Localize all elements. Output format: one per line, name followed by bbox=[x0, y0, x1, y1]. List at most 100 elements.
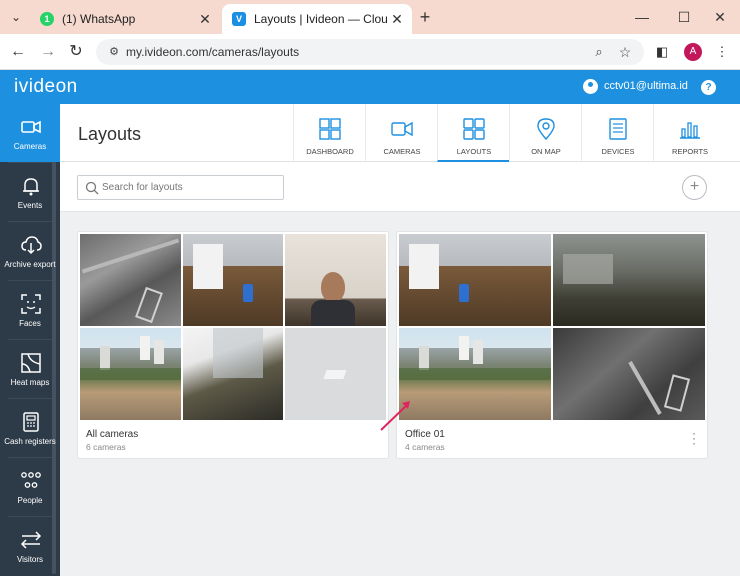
browser-tab-bar: ⌄ 1 (1) WhatsApp ✕ V Layouts | Ivideon —… bbox=[0, 0, 740, 34]
page-header: Layouts DASHBOARD CAMERAS LAYOUTS ON MAP… bbox=[60, 104, 740, 162]
tab-devices[interactable]: DEVICES bbox=[581, 104, 653, 162]
sidebar-item-label: People bbox=[17, 496, 43, 505]
minimize-icon[interactable]: — bbox=[632, 8, 652, 26]
sidebar-item-cash-registers[interactable]: Cash registers bbox=[0, 399, 60, 457]
more-options-icon[interactable]: · · · bbox=[689, 427, 699, 449]
tab-search-icon[interactable]: ⌄ bbox=[8, 9, 24, 25]
sidebar-item-label: Faces bbox=[19, 319, 41, 328]
sidebar-item-label: Cameras bbox=[13, 142, 47, 151]
layout-card-office-01[interactable]: Office 01 4 cameras · · · bbox=[396, 231, 708, 459]
page-title: Layouts bbox=[78, 124, 142, 144]
close-tab-icon[interactable]: ✕ bbox=[196, 11, 214, 28]
whatsapp-favicon-icon: 1 bbox=[40, 12, 54, 26]
camera-thumbnail[interactable] bbox=[399, 234, 551, 326]
annotation-arrow-icon bbox=[380, 401, 410, 431]
tab-label: REPORTS bbox=[671, 147, 709, 156]
reports-icon bbox=[680, 122, 700, 139]
bell-icon bbox=[23, 178, 39, 196]
tab-title: Layouts | Ivideon — Cloud Video bbox=[254, 12, 388, 26]
camera-thumbnail-grid[interactable] bbox=[80, 234, 386, 420]
camera-thumbnail[interactable] bbox=[399, 328, 551, 420]
tab-label: CAMERAS bbox=[383, 147, 421, 156]
dashboard-icon bbox=[319, 118, 341, 140]
ivideon-favicon-icon: V bbox=[232, 12, 246, 26]
site-settings-icon[interactable]: ⚙ bbox=[106, 44, 122, 60]
camera-thumbnail[interactable] bbox=[80, 234, 181, 326]
browser-menu-icon[interactable]: ⋮ bbox=[712, 42, 732, 62]
devices-icon bbox=[609, 118, 627, 140]
search-input[interactable] bbox=[102, 179, 278, 196]
tab-cameras[interactable]: CAMERAS bbox=[365, 104, 437, 162]
tab-on-map[interactable]: ON MAP bbox=[509, 104, 581, 162]
sidebar-item-label: Events bbox=[17, 201, 43, 210]
cloud-download-icon bbox=[21, 236, 42, 255]
tab-label: DEVICES bbox=[601, 147, 635, 156]
visitors-icon bbox=[20, 531, 42, 549]
layout-camera-count: 4 cameras bbox=[405, 442, 445, 452]
add-layout-button[interactable]: + bbox=[682, 175, 707, 200]
camera-icon bbox=[391, 121, 413, 137]
layouts-icon bbox=[463, 118, 485, 140]
browser-tab-whatsapp[interactable]: 1 (1) WhatsApp ✕ bbox=[30, 4, 220, 34]
layout-camera-count: 6 cameras bbox=[86, 442, 126, 452]
camera-thumbnail-grid[interactable] bbox=[399, 234, 705, 420]
sidebar-item-people[interactable]: People bbox=[0, 458, 60, 516]
camera-icon bbox=[21, 120, 41, 134]
layout-search-box[interactable] bbox=[77, 175, 284, 200]
zoom-icon[interactable]: ⌕ bbox=[590, 43, 608, 61]
camera-thumbnail[interactable] bbox=[182, 234, 284, 326]
camera-thumbnail[interactable] bbox=[285, 234, 386, 326]
app-header: ivideon cctv01@ultima.id ? bbox=[0, 70, 740, 104]
close-tab-icon[interactable]: ✕ bbox=[388, 11, 406, 28]
sidebar-item-label: Heat maps bbox=[10, 378, 50, 387]
tab-reports[interactable]: REPORTS bbox=[653, 104, 725, 162]
face-scan-icon bbox=[21, 294, 41, 314]
close-window-icon[interactable]: ✕ bbox=[710, 8, 730, 26]
sidebar-item-events[interactable]: Events bbox=[0, 163, 60, 221]
forward-icon[interactable]: → bbox=[38, 42, 58, 62]
user-email[interactable]: cctv01@ultima.id bbox=[604, 80, 688, 92]
help-icon[interactable]: ? bbox=[701, 80, 716, 95]
section-nav: DASHBOARD CAMERAS LAYOUTS ON MAP DEVICES… bbox=[293, 104, 725, 162]
url-text[interactable]: my.ivideon.com/cameras/layouts bbox=[126, 45, 299, 59]
layout-card-all-cameras[interactable]: All cameras 6 cameras bbox=[77, 231, 389, 459]
tab-dashboard[interactable]: DASHBOARD bbox=[293, 104, 365, 162]
sidebar-item-visitors[interactable]: Visitors bbox=[0, 517, 60, 575]
sidebar-item-label: Cash registers bbox=[4, 437, 56, 446]
back-icon[interactable]: ← bbox=[8, 42, 28, 62]
camera-thumbnail[interactable] bbox=[80, 328, 181, 420]
profile-avatar[interactable]: A bbox=[684, 43, 702, 61]
tab-label: ON MAP bbox=[531, 147, 561, 156]
browser-tab-ivideon[interactable]: V Layouts | Ivideon — Cloud Video ✕ bbox=[222, 4, 412, 34]
tab-layouts[interactable]: LAYOUTS bbox=[437, 104, 509, 162]
map-pin-icon bbox=[537, 118, 555, 140]
user-icon[interactable] bbox=[583, 79, 598, 94]
side-panel-icon[interactable]: ◧ bbox=[652, 42, 672, 62]
maximize-icon[interactable]: ☐ bbox=[674, 8, 694, 26]
sidebar-item-heat-maps[interactable]: Heat maps bbox=[0, 340, 60, 398]
tab-label: LAYOUTS bbox=[456, 147, 492, 156]
tab-label: DASHBOARD bbox=[306, 147, 354, 156]
main-content: Layouts DASHBOARD CAMERAS LAYOUTS ON MAP… bbox=[60, 104, 740, 576]
new-tab-button[interactable]: + bbox=[416, 8, 434, 26]
brand-logo[interactable]: ivideon bbox=[14, 76, 78, 98]
camera-thumbnail[interactable] bbox=[182, 328, 284, 420]
browser-toolbar: ← → ↻ ⚙ my.ivideon.com/cameras/layouts ⌕… bbox=[0, 34, 740, 70]
sidebar-item-cameras[interactable]: Cameras bbox=[0, 104, 60, 162]
camera-thumbnail[interactable] bbox=[553, 328, 705, 420]
cash-register-icon bbox=[23, 412, 39, 432]
search-icon bbox=[85, 181, 99, 195]
people-icon bbox=[21, 472, 41, 488]
layout-toolbar: + bbox=[60, 162, 740, 212]
address-bar[interactable]: ⚙ my.ivideon.com/cameras/layouts ⌕ ☆ bbox=[96, 39, 644, 65]
camera-thumbnail-offline[interactable] bbox=[285, 328, 386, 420]
layout-name: All cameras bbox=[86, 429, 139, 440]
camera-thumbnail[interactable] bbox=[553, 234, 705, 326]
sidebar-item-archive-export[interactable]: Archive export bbox=[0, 222, 60, 280]
bookmark-star-icon[interactable]: ☆ bbox=[616, 43, 634, 61]
heat-map-icon bbox=[21, 353, 41, 373]
tab-title: (1) WhatsApp bbox=[62, 12, 136, 26]
reload-icon[interactable]: ↻ bbox=[66, 42, 86, 62]
sidebar: Cameras Events Archive export Faces Heat… bbox=[0, 104, 60, 576]
sidebar-item-faces[interactable]: Faces bbox=[0, 281, 60, 339]
